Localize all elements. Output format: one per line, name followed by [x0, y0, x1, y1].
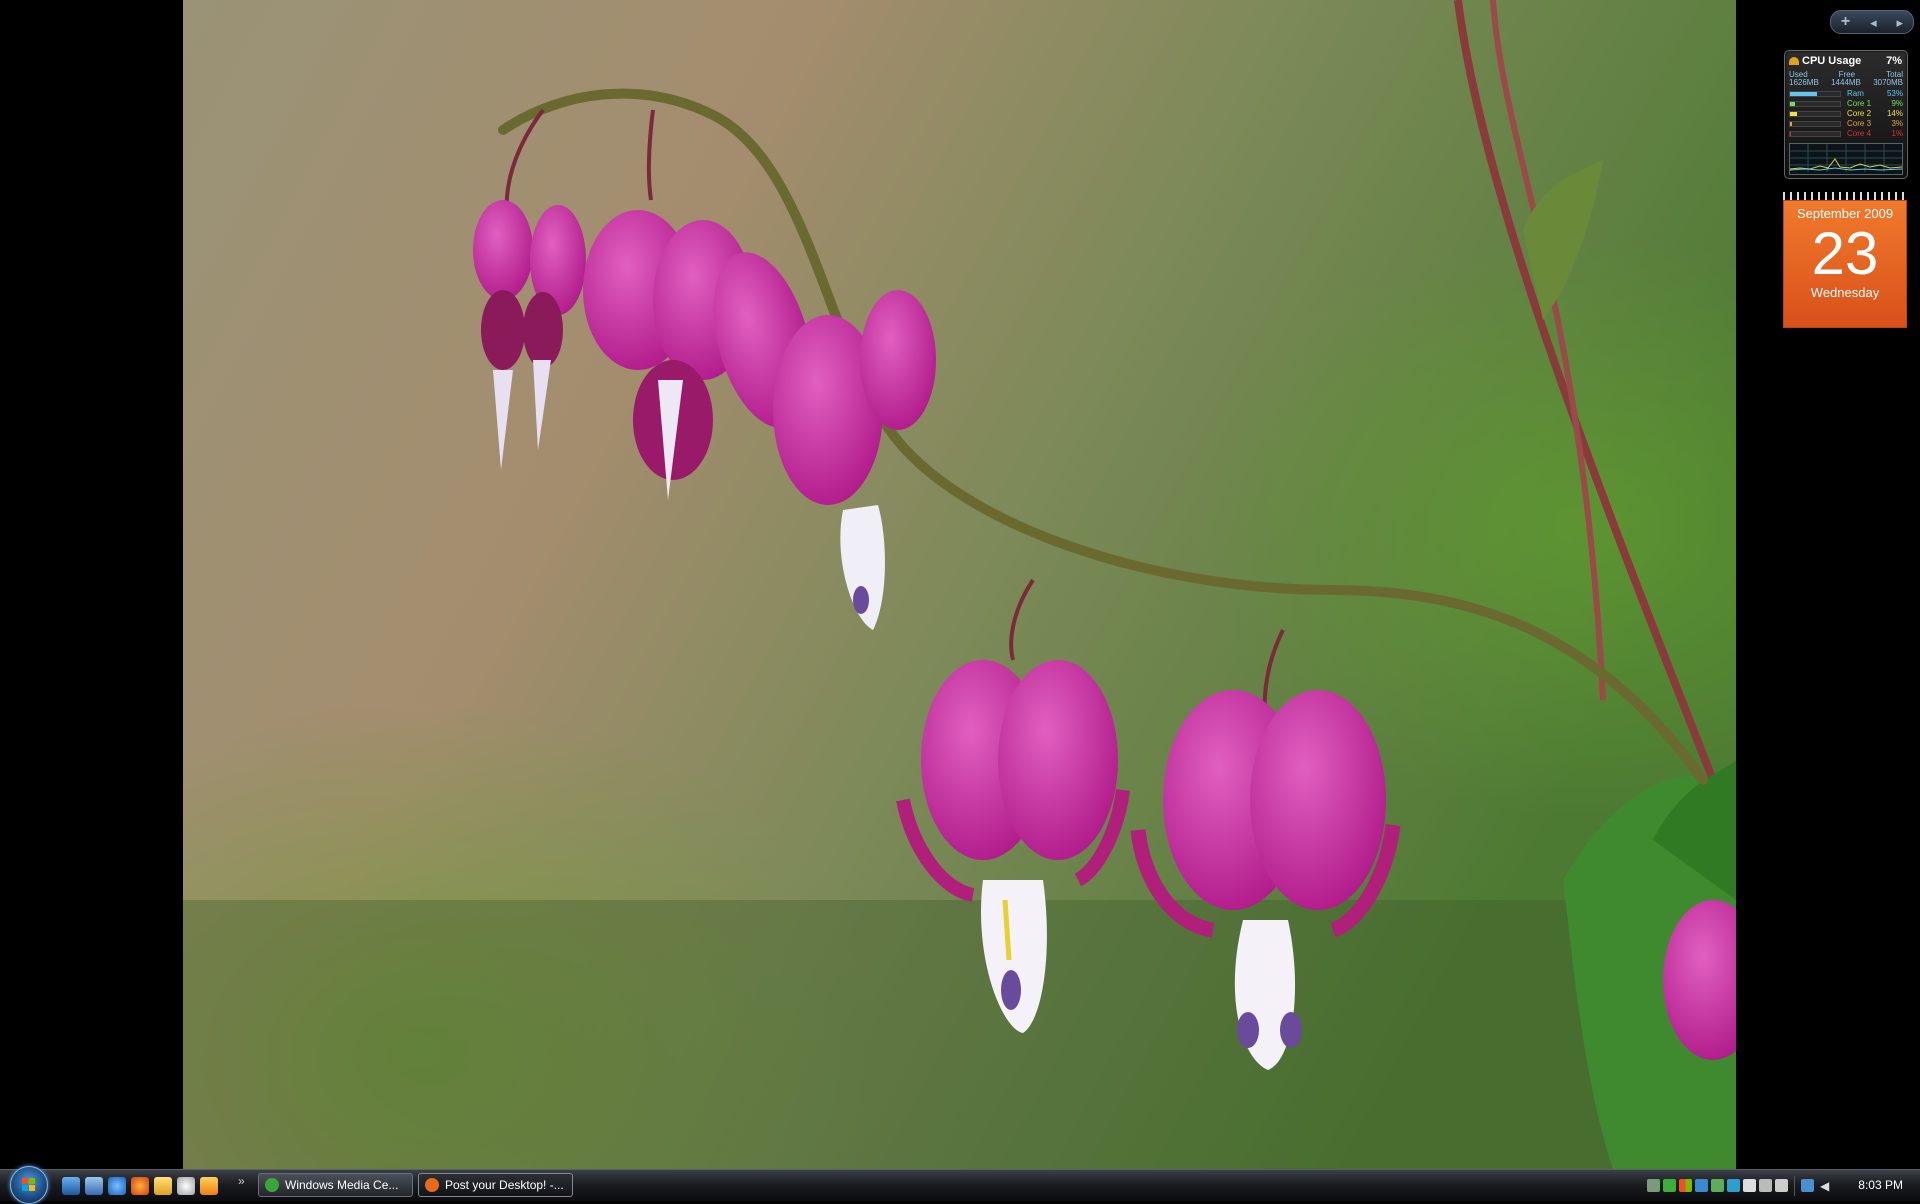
cpu-gadget-header: CPU Usage 7% — [1789, 54, 1902, 68]
task-button-windows-media-center[interactable]: Windows Media Ce... — [258, 1173, 413, 1197]
row-label: Core 4 — [1847, 129, 1872, 138]
switch-windows-icon[interactable] — [85, 1177, 103, 1195]
row-value: 14% — [1886, 109, 1903, 118]
desktop-wallpaper — [183, 0, 1736, 1169]
row-label: Ram — [1847, 89, 1864, 98]
download-arrow-icon[interactable] — [1663, 1179, 1676, 1192]
usage-bar-fill — [1790, 91, 1817, 96]
media-player-icon[interactable] — [177, 1177, 195, 1195]
system-clock[interactable]: 8:03 PM — [1858, 1178, 1903, 1192]
memory-used-value: 1626MB — [1789, 78, 1819, 87]
firefox-icon[interactable] — [131, 1177, 149, 1195]
settings-icon[interactable] — [1775, 1179, 1788, 1192]
cpu-row-core-3: Core 3 3% — [1789, 119, 1903, 128]
row-value: 9% — [1891, 99, 1903, 108]
internet-explorer-icon[interactable] — [108, 1177, 126, 1195]
firefox-icon — [425, 1178, 439, 1192]
task-button-firefox-post-your-desktop[interactable]: Post your Desktop! -... — [418, 1173, 573, 1197]
start-button[interactable] — [10, 1166, 48, 1204]
network-monitor-icon[interactable] — [1647, 1179, 1660, 1192]
row-value: 3% — [1891, 119, 1903, 128]
info-icon[interactable] — [1727, 1179, 1740, 1192]
windows-flag-icon[interactable] — [1679, 1179, 1692, 1192]
gauge-icon — [1789, 57, 1799, 65]
cpu-row-core-4: Core 4 1% — [1789, 129, 1903, 138]
usage-bar-fill — [1790, 101, 1795, 106]
task-button-label: Windows Media Ce... — [285, 1178, 399, 1192]
usage-bar-fill — [1790, 131, 1791, 136]
usb-device-icon[interactable] — [1759, 1179, 1772, 1192]
row-value: 53% — [1886, 89, 1903, 98]
sidebar-controls: + ◂ ▸ — [1830, 10, 1914, 34]
usage-bar — [1789, 100, 1841, 107]
tray-icons — [1647, 1179, 1788, 1192]
memory-free-value: 1444MB — [1831, 78, 1861, 87]
media-center-icon — [265, 1178, 279, 1192]
calendar-weekday: Wednesday — [1810, 285, 1880, 300]
usage-bar-fill — [1790, 121, 1792, 126]
calendar-gadget[interactable]: September 2009 23 Wednesday — [1783, 192, 1907, 328]
bleeding-heart-photo — [183, 0, 1736, 1169]
calendar-day-number: 23 — [1811, 220, 1879, 287]
cpu-history-graph-lines — [1789, 144, 1903, 172]
memory-total-value: 3070MB — [1873, 78, 1903, 87]
cpu-gadget-title: CPU Usage — [1802, 55, 1862, 67]
sidebar-next-button[interactable]: ▸ — [1897, 16, 1904, 29]
network-icon[interactable] — [1801, 1179, 1814, 1192]
tray-divider — [1794, 1175, 1795, 1196]
media-center-icon[interactable] — [200, 1177, 218, 1195]
usage-bar — [1789, 90, 1841, 97]
checkmark-icon[interactable] — [1711, 1179, 1724, 1192]
row-label: Core 2 — [1847, 109, 1872, 118]
calendar-month-year: September 2009 — [1796, 206, 1894, 221]
display-icon[interactable] — [1695, 1179, 1708, 1192]
cpu-usage-gadget[interactable]: CPU Usage 7% Used Free Total 1626MB 1444… — [1784, 50, 1908, 179]
mail-icon[interactable] — [154, 1177, 172, 1195]
taskbar: » Windows Media Ce... Post your Desktop!… — [0, 1166, 1920, 1204]
windows-logo-icon — [22, 1178, 36, 1192]
font-icon[interactable] — [1743, 1179, 1756, 1192]
usage-bar — [1789, 130, 1841, 137]
row-label: Core 3 — [1847, 119, 1872, 128]
cpu-history-graph — [1789, 143, 1903, 175]
usage-bar-fill — [1790, 111, 1797, 116]
cpu-row-ram: Ram 53% — [1789, 89, 1903, 98]
cpu-row-core-1: Core 1 9% — [1789, 99, 1903, 108]
row-label: Core 1 — [1847, 99, 1872, 108]
cpu-total-percent: 7% — [1886, 55, 1902, 67]
memory-values: 1626MB 1444MB 3070MB — [1789, 78, 1903, 87]
volume-icon[interactable]: ◀ — [1820, 1179, 1829, 1193]
usage-bar — [1789, 110, 1841, 117]
calendar-page: September 2009 23 Wednesday — [1783, 200, 1907, 328]
quick-launch-overflow-button[interactable]: » — [238, 1174, 245, 1188]
add-gadget-button[interactable]: + — [1841, 14, 1850, 30]
sidebar-prev-button[interactable]: ◂ — [1870, 16, 1877, 29]
show-desktop-icon[interactable] — [62, 1177, 80, 1195]
usage-bar — [1789, 120, 1841, 127]
row-value: 1% — [1891, 129, 1903, 138]
cpu-row-core-2: Core 2 14% — [1789, 109, 1903, 118]
quick-launch-toolbar — [62, 1176, 218, 1196]
task-button-label: Post your Desktop! -... — [445, 1178, 564, 1192]
